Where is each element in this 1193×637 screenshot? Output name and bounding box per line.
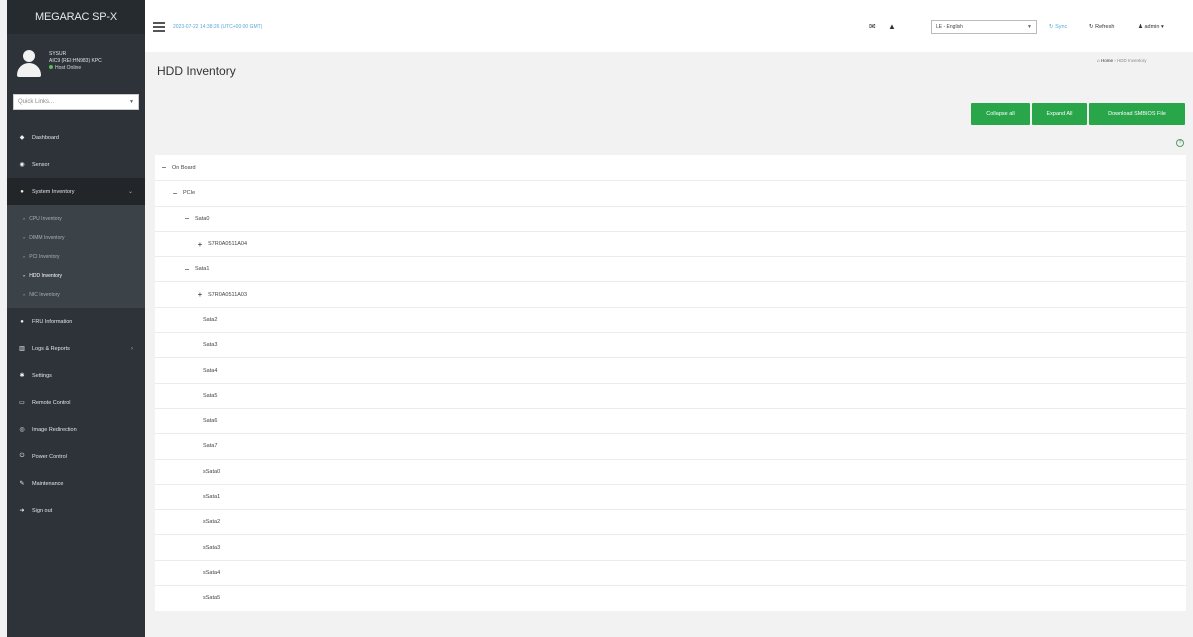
image-icon: ◎ (19, 427, 25, 433)
tree-leaf-sata5[interactable]: Sata5 (155, 382, 1186, 408)
breadcrumb: ⌂ Home › HDD Inventory (1097, 58, 1147, 63)
nav-system-inventory[interactable]: ● System Inventory ⌄ (7, 178, 145, 205)
menu-toggle-icon[interactable] (153, 22, 165, 32)
subnav-hdd-inventory[interactable]: » HDD Inventory (7, 266, 145, 285)
arrow-icon: » (23, 254, 26, 259)
datetime-display: 2023-07-22 14:38:26 (UTC+00:00 GMT) (173, 24, 263, 30)
dashboard-icon: ◆ (19, 135, 25, 141)
nav-fru-information[interactable]: ● FRU Information (7, 308, 145, 335)
tree-leaf-ssata1[interactable]: sSata1 (155, 483, 1186, 509)
user-name: SYSUR (49, 51, 67, 57)
breadcrumb-home[interactable]: ⌂ Home (1097, 58, 1113, 63)
tree-node-sata1[interactable]: − Sata1 (155, 256, 1186, 281)
expand-icon[interactable]: + (195, 290, 205, 299)
nav-settings[interactable]: ✱ Settings (7, 362, 145, 389)
download-smbios-button[interactable]: Download SMBIOS File (1089, 103, 1185, 125)
subnav-cpu-inventory[interactable]: » CPU Inventory (7, 209, 145, 228)
sensor-icon: ◉ (19, 162, 25, 168)
hdd-tree: − On Board − PCIe − Sata0 + S7R0A0511A04 − Sa… (155, 155, 1186, 611)
brand-title: MEGARAC SP-X (7, 0, 145, 34)
top-bar: 2023-07-22 14:38:26 (UTC+00:00 GMT) ✉ ▲ … (145, 0, 1193, 52)
user-panel: SYSUR AIC9 (REI:HN983) KPC Host Online (7, 34, 145, 94)
arrow-icon: » (23, 235, 26, 240)
tree-leaf-ssata2[interactable]: sSata2 (155, 509, 1186, 534)
tree-node-sata0[interactable]: − Sata0 (155, 205, 1186, 231)
language-select[interactable]: LE - English ▼ (931, 20, 1037, 34)
info-icon: ● (20, 318, 24, 325)
power-icon: ⏻ (19, 453, 25, 459)
nav-maintenance[interactable]: ✎ Maintenance (7, 470, 145, 497)
collapse-icon[interactable]: − (159, 163, 169, 172)
tree-node-sata1-drive[interactable]: + S7R0A0511A03 (155, 281, 1186, 306)
chevron-down-icon: ▼ (129, 99, 134, 105)
collapse-icon[interactable]: − (182, 214, 192, 223)
collapse-all-button[interactable]: Collapse all (971, 103, 1030, 125)
arrow-icon: » (23, 273, 26, 278)
chevron-down-icon: ▼ (1027, 24, 1032, 30)
expand-all-button[interactable]: Expand All (1032, 103, 1087, 125)
help-icon[interactable]: ? (1176, 139, 1184, 147)
arrow-icon: » (23, 292, 26, 297)
sync-icon: ↻ (1049, 24, 1054, 30)
user-icon: ♟ (1138, 24, 1143, 30)
host-status: Host Online (49, 65, 102, 72)
tree-leaf-ssata5[interactable]: sSata5 (155, 585, 1186, 610)
sync-link[interactable]: ↻ Sync (1049, 21, 1067, 33)
breadcrumb-current: HDD Inventory (1117, 58, 1147, 63)
notifications-icon[interactable]: ✉ (869, 22, 876, 32)
user-host-line: AIC9 (REI:HN983) KPC (49, 58, 102, 64)
page-title: HDD Inventory (157, 64, 236, 78)
inventory-icon: ● (20, 188, 24, 195)
tree-leaf-sata6[interactable]: Sata6 (155, 407, 1186, 433)
tree-node-sata0-drive[interactable]: + S7R0A0511A04 (155, 230, 1186, 256)
gear-icon: ✱ (19, 373, 25, 379)
tree-leaf-sata3[interactable]: Sata3 (155, 332, 1186, 357)
tree-leaf-ssata3[interactable]: sSata3 (155, 534, 1186, 559)
home-icon: ⌂ (1097, 58, 1100, 63)
nav-logs-reports[interactable]: ▥ Logs & Reports › (7, 335, 145, 362)
subnav-dimm-inventory[interactable]: » DIMM Inventory (7, 228, 145, 247)
tree-leaf-ssata4[interactable]: sSata4 (155, 559, 1186, 585)
tree-leaf-ssata0[interactable]: sSata0 (155, 458, 1186, 484)
chevron-down-icon: ⌄ (127, 189, 133, 195)
chevron-down-icon: ▾ (1160, 24, 1164, 30)
warning-icon[interactable]: ▲ (888, 22, 896, 32)
nav-power-control[interactable]: ⏻ Power Control (7, 443, 145, 470)
system-inventory-submenu: » CPU Inventory » DIMM Inventory » PCI Inve… (7, 205, 145, 308)
collapse-icon[interactable]: − (170, 189, 180, 198)
subnav-nic-inventory[interactable]: » NIC Inventory (7, 285, 145, 304)
refresh-icon: ↻ (1089, 24, 1094, 30)
quick-links-select[interactable]: Quick Links... ▼ (13, 94, 139, 110)
nav-sensor[interactable]: ◉ Sensor (7, 151, 145, 178)
tree-node-on-board[interactable]: − On Board (155, 155, 1186, 180)
tree-node-pcie[interactable]: − PCIe (155, 180, 1186, 205)
nav-sign-out[interactable]: ➜ Sign out (7, 497, 145, 524)
monitor-icon: ▭ (19, 400, 25, 406)
online-dot-icon (49, 65, 53, 69)
arrow-icon: » (23, 216, 26, 221)
user-info: SYSUR AIC9 (REI:HN983) KPC Host Online (49, 51, 102, 72)
collapse-icon[interactable]: − (182, 265, 192, 274)
chart-icon: ▥ (19, 346, 25, 352)
tree-leaf-sata2[interactable]: Sata2 (155, 306, 1186, 332)
avatar-icon (16, 50, 42, 78)
expand-icon[interactable]: + (195, 240, 205, 249)
sidebar: MEGARAC SP-X SYSUR AIC9 (REI:HN983) KPC … (7, 0, 145, 637)
user-menu[interactable]: ♟ admin ▾ (1138, 21, 1164, 33)
nav-dashboard[interactable]: ◆ Dashboard (7, 124, 145, 151)
refresh-link[interactable]: ↻ Refresh (1089, 21, 1114, 33)
nav-remote-control[interactable]: ▭ Remote Control (7, 389, 145, 416)
tree-leaf-sata4[interactable]: Sata4 (155, 357, 1186, 382)
tree-leaf-sata7[interactable]: Sata7 (155, 433, 1186, 458)
wrench-icon: ✎ (19, 481, 25, 487)
subnav-pci-inventory[interactable]: » PCI Inventory (7, 247, 145, 266)
chevron-right-icon: › (131, 345, 133, 352)
signout-icon: ➜ (19, 508, 25, 514)
nav-image-redirection[interactable]: ◎ Image Redirection (7, 416, 145, 443)
